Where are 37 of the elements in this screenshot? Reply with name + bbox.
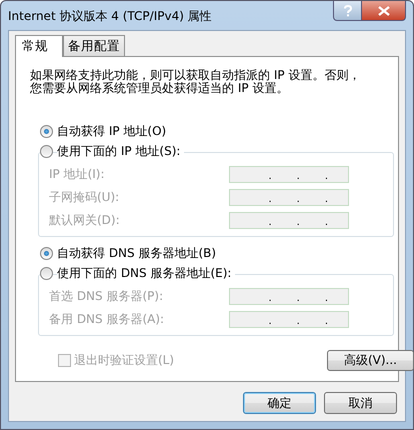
field-label: 首选 DNS 服务器(P): <box>49 288 164 305</box>
field-label: 默认网关(D): <box>49 212 120 229</box>
field-label: 子网掩码(U): <box>49 189 120 206</box>
separator-dot: . <box>296 316 300 327</box>
tab[interactable]: 备用配置 <box>63 35 125 56</box>
field-label: IP 地址(I): <box>49 166 105 183</box>
radio-label[interactable]: 使用下面的 DNS 服务器地址(E): <box>57 264 236 282</box>
radio-button[interactable] <box>40 124 53 138</box>
separator-dot: . <box>324 194 328 205</box>
advanced-button[interactable]: 高级(V)... <box>327 350 414 371</box>
separator-dot: . <box>324 316 328 327</box>
radio-button[interactable] <box>40 246 53 260</box>
separator-dot: . <box>296 171 300 182</box>
separator-dot: . <box>324 217 328 228</box>
separator-dot: . <box>268 293 272 304</box>
window-title: Internet 协议版本 4 (TCP/IPv4) 属性 <box>8 8 212 25</box>
separator-dot: . <box>268 194 272 205</box>
separator-dot: . <box>296 217 300 228</box>
tab[interactable]: 常规 <box>15 35 63 57</box>
close-button[interactable] <box>362 1 406 21</box>
separator-dot: . <box>324 293 328 304</box>
cancel-button[interactable]: 取消 <box>324 392 397 414</box>
ok-button[interactable]: 确定 <box>243 392 316 414</box>
help-button[interactable] <box>333 1 362 21</box>
separator-dot: . <box>268 171 272 182</box>
field-label: 备用 DNS 服务器(A): <box>49 311 164 328</box>
separator-dot: . <box>324 171 328 182</box>
radio-button[interactable] <box>40 266 53 280</box>
close-icon <box>378 6 390 16</box>
radio-button[interactable] <box>40 144 53 158</box>
separator-dot: . <box>296 293 300 304</box>
separator-dot: . <box>296 194 300 205</box>
radio-label[interactable]: 使用下面的 IP 地址(S): <box>57 142 184 160</box>
description-text: 如果网络支持此功能，则可以获取自动指派的 IP 设置。否则，您需要从网络系统管理员处获得适当的 IP 设置。 <box>30 69 362 95</box>
separator-dot: . <box>268 217 272 228</box>
help-icon <box>342 4 352 16</box>
separator-dot: . <box>268 316 272 327</box>
